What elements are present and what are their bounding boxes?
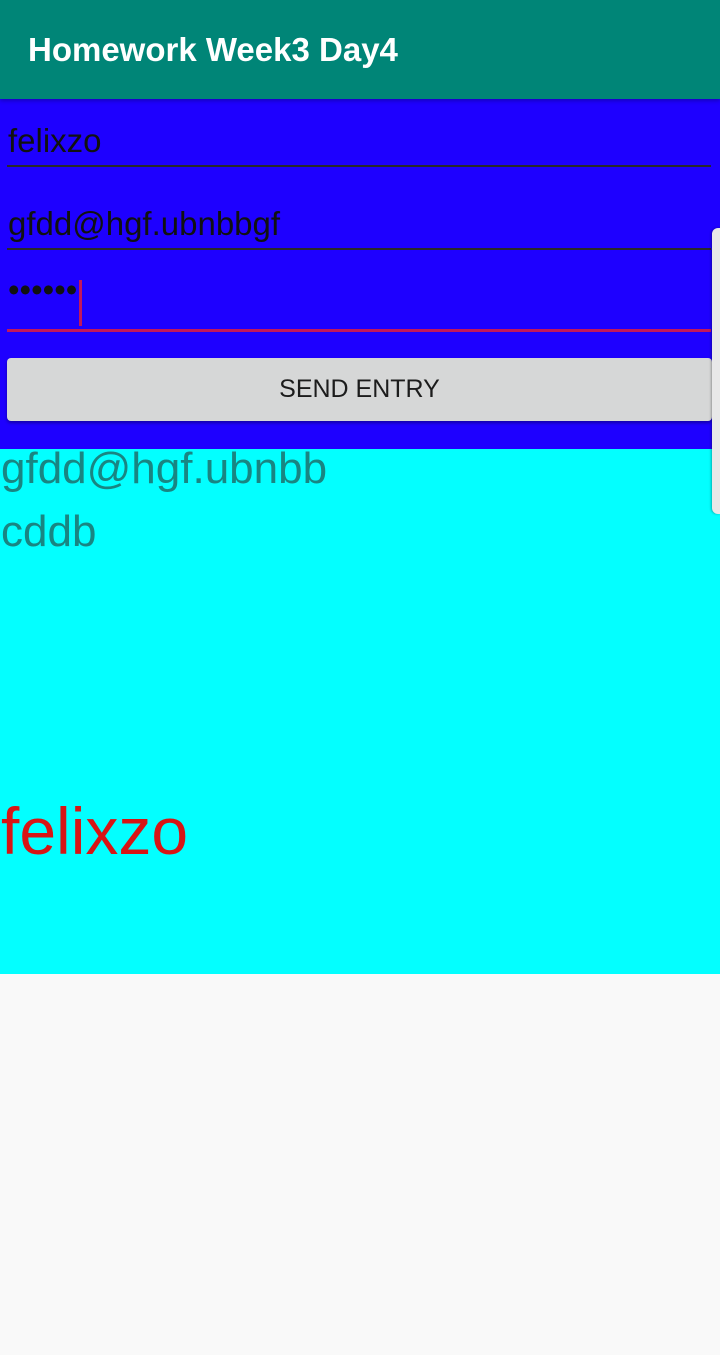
username-field[interactable]: felixzo	[7, 107, 711, 167]
username-underline	[7, 165, 711, 167]
send-entry-button[interactable]: SEND ENTRY	[7, 358, 712, 421]
app-bar: Homework Week3 Day4	[0, 0, 720, 99]
output-username-text: felixzo	[1, 794, 189, 868]
output-panel	[0, 449, 720, 974]
output-email-text: gfdd@hgf.ubnbb	[1, 444, 328, 493]
email-field[interactable]: gfdd@hgf.ubnbbgf	[7, 190, 711, 250]
password-field[interactable]: ••••••	[7, 271, 711, 332]
email-input-value[interactable]: gfdd@hgf.ubnbbgf	[8, 204, 280, 244]
output-password-text: cddb	[1, 507, 97, 556]
text-cursor	[79, 280, 82, 326]
app-title: Homework Week3 Day4	[28, 31, 398, 68]
email-underline	[7, 248, 711, 250]
password-input-value[interactable]: ••••••	[8, 271, 77, 308]
username-input-value[interactable]: felixzo	[8, 121, 102, 161]
password-underline	[7, 329, 711, 332]
edge-scroll-handle[interactable]	[712, 228, 720, 514]
